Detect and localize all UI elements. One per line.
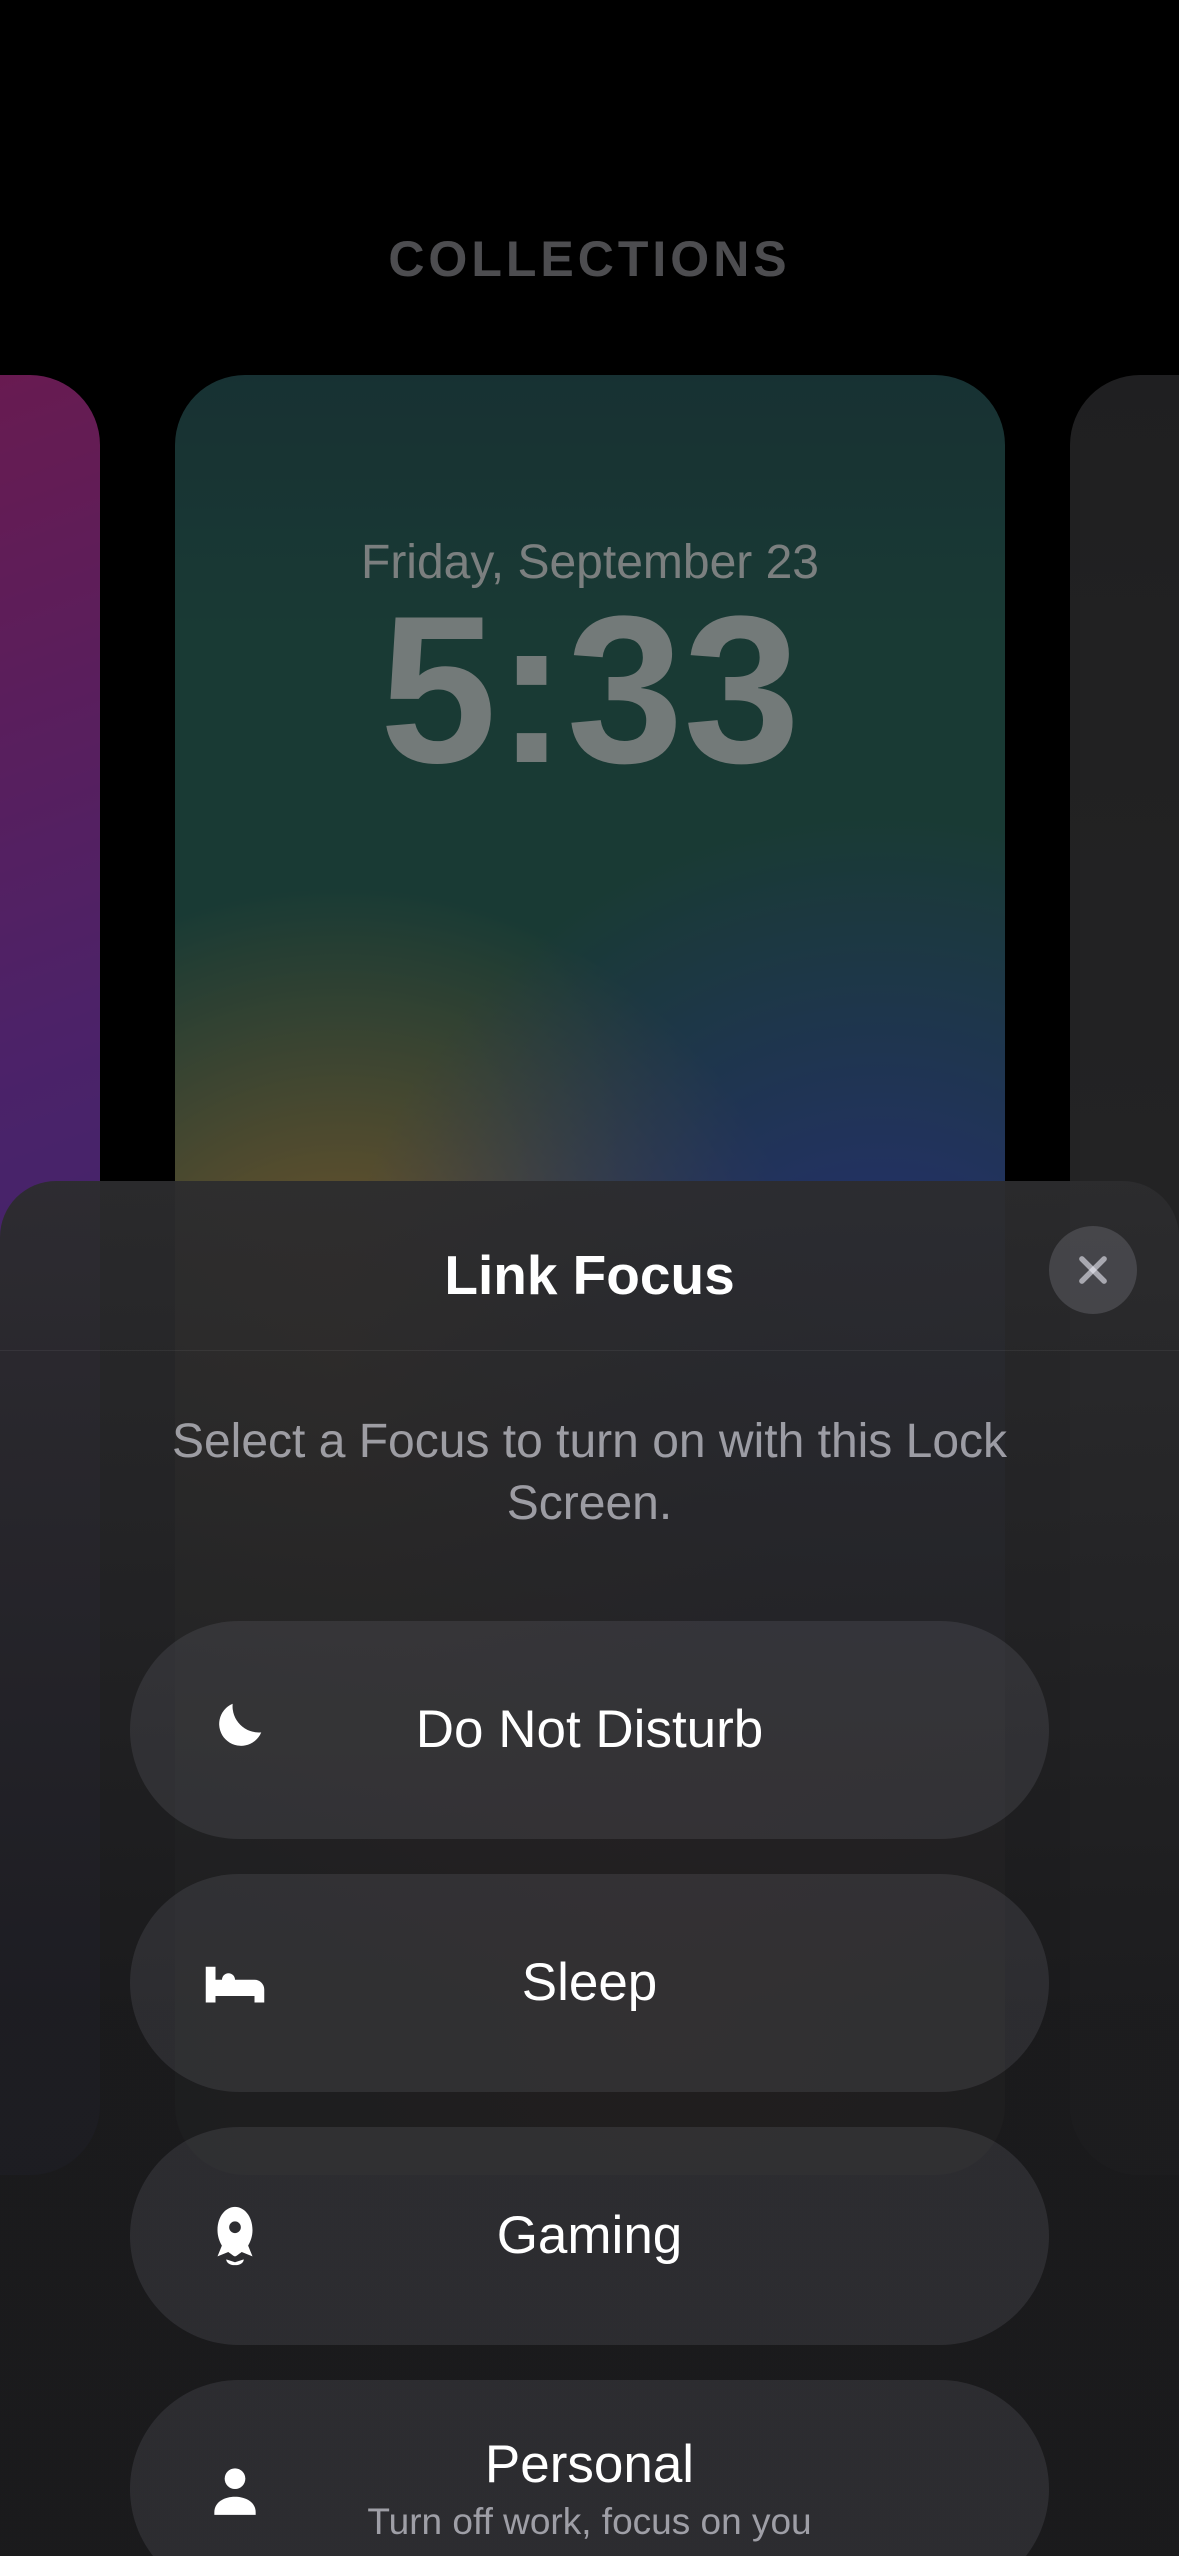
close-button[interactable] <box>1049 1226 1137 1314</box>
focus-options-list: Do Not Disturb Sleep Gaming <box>0 1621 1179 2556</box>
person-icon <box>190 2444 280 2534</box>
bed-icon <box>190 1938 280 2028</box>
close-icon <box>1074 1251 1112 1289</box>
focus-option-do-not-disturb[interactable]: Do Not Disturb <box>130 1621 1049 1839</box>
sheet-title: Link Focus <box>0 1243 1179 1307</box>
link-focus-sheet: Link Focus Select a Focus to turn on wit… <box>0 1181 1179 2556</box>
sheet-subtitle: Select a Focus to turn on with this Lock… <box>0 1411 1179 1536</box>
focus-option-sleep[interactable]: Sleep <box>130 1874 1049 2092</box>
focus-option-personal[interactable]: Personal Turn off work, focus on you <box>130 2380 1049 2556</box>
rocket-icon <box>190 2191 280 2281</box>
moon-icon <box>190 1685 280 1775</box>
focus-option-gaming[interactable]: Gaming <box>130 2127 1049 2345</box>
